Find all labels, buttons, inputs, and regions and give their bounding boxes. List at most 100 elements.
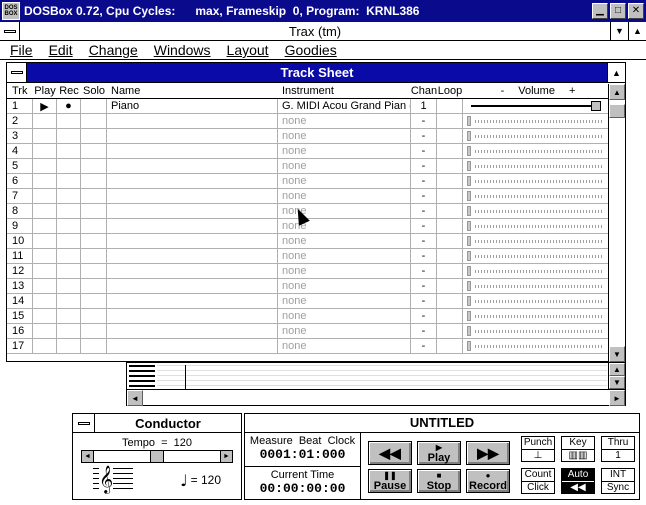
track-name[interactable] — [107, 144, 278, 158]
track-volume[interactable] — [463, 174, 609, 188]
track-channel[interactable]: - — [411, 114, 437, 128]
track-loop[interactable] — [437, 294, 463, 308]
track-instrument[interactable]: none — [278, 114, 411, 128]
track-sheet-maximize-button[interactable]: ▲ — [607, 63, 625, 82]
track-instrument[interactable]: none — [278, 189, 411, 203]
track-name[interactable] — [107, 129, 278, 143]
track-name[interactable] — [107, 114, 278, 128]
track-volume[interactable] — [463, 249, 609, 263]
track-loop[interactable] — [437, 324, 463, 338]
record-toggle[interactable]: ● — [57, 99, 81, 113]
menu-edit[interactable]: Edit — [41, 42, 81, 58]
track-channel[interactable]: - — [411, 189, 437, 203]
piano-roll-hscroll[interactable]: ◄ ► — [127, 389, 625, 406]
record-toggle[interactable] — [57, 279, 81, 293]
track-row[interactable]: 7 none - — [7, 189, 609, 204]
volume-handle[interactable] — [467, 266, 471, 276]
volume-slider[interactable] — [467, 101, 601, 111]
track-volume[interactable] — [463, 129, 609, 143]
menu-goodies[interactable]: Goodies — [277, 42, 345, 58]
volume-handle[interactable] — [467, 206, 471, 216]
track-row[interactable]: 4 none - — [7, 144, 609, 159]
play-toggle[interactable] — [33, 309, 57, 323]
volume-handle[interactable] — [467, 131, 471, 141]
solo-toggle[interactable] — [81, 159, 107, 173]
track-volume[interactable] — [463, 279, 609, 293]
play-toggle[interactable] — [33, 129, 57, 143]
play-toggle[interactable] — [33, 249, 57, 263]
solo-toggle[interactable] — [81, 324, 107, 338]
track-loop[interactable] — [437, 249, 463, 263]
record-toggle[interactable] — [57, 174, 81, 188]
play-toggle[interactable] — [33, 279, 57, 293]
track-instrument[interactable]: none — [278, 294, 411, 308]
track-name[interactable] — [107, 159, 278, 173]
track-volume[interactable] — [463, 234, 609, 248]
record-toggle[interactable] — [57, 309, 81, 323]
count-click-button[interactable]: Count Click — [521, 468, 555, 494]
menu-file[interactable]: File — [2, 42, 41, 58]
piano-roll-grid[interactable] — [157, 365, 607, 389]
play-toggle[interactable] — [33, 174, 57, 188]
roll-scroll-up-button[interactable]: ▲ — [609, 363, 625, 376]
volume-handle[interactable] — [467, 251, 471, 261]
play-toggle[interactable] — [33, 219, 57, 233]
solo-toggle[interactable] — [81, 174, 107, 188]
volume-handle[interactable] — [467, 221, 471, 231]
fast-forward-button[interactable]: ▶▶ — [466, 441, 510, 465]
record-toggle[interactable] — [57, 129, 81, 143]
time-signature-staff[interactable]: 𝄞 — [93, 465, 133, 493]
track-name[interactable] — [107, 219, 278, 233]
record-toggle[interactable] — [57, 159, 81, 173]
track-channel[interactable]: - — [411, 279, 437, 293]
track-volume[interactable] — [463, 309, 609, 323]
solo-toggle[interactable] — [81, 114, 107, 128]
solo-toggle[interactable] — [81, 339, 107, 353]
auto-rewind-button[interactable]: Auto ◀◀ — [561, 468, 595, 494]
solo-toggle[interactable] — [81, 129, 107, 143]
track-name[interactable] — [107, 279, 278, 293]
maximize-button[interactable]: □ — [610, 3, 626, 19]
solo-toggle[interactable] — [81, 249, 107, 263]
track-channel[interactable]: - — [411, 159, 437, 173]
track-volume[interactable] — [463, 339, 609, 353]
track-loop[interactable] — [437, 264, 463, 278]
tempo-slider-thumb[interactable] — [150, 451, 164, 462]
key-button[interactable]: Key ▥▥ — [561, 436, 595, 462]
scroll-thumb[interactable] — [609, 104, 625, 118]
track-name[interactable] — [107, 324, 278, 338]
track-channel[interactable]: - — [411, 204, 437, 218]
track-channel[interactable]: - — [411, 219, 437, 233]
tempo-decrease-button[interactable]: ◄ — [82, 451, 94, 462]
volume-handle[interactable] — [467, 116, 471, 126]
track-instrument[interactable]: none — [278, 264, 411, 278]
record-toggle[interactable] — [57, 264, 81, 278]
track-row[interactable]: 14 none - — [7, 294, 609, 309]
track-row[interactable]: 3 none - — [7, 129, 609, 144]
track-name[interactable] — [107, 294, 278, 308]
volume-handle[interactable] — [467, 146, 471, 156]
track-instrument[interactable]: none — [278, 309, 411, 323]
track-channel[interactable]: - — [411, 129, 437, 143]
track-name[interactable] — [107, 264, 278, 278]
track-name[interactable] — [107, 204, 278, 218]
play-toggle[interactable] — [33, 189, 57, 203]
solo-toggle[interactable] — [81, 264, 107, 278]
track-loop[interactable] — [437, 99, 463, 113]
punch-button[interactable]: Punch ⊥ — [521, 436, 555, 462]
menu-windows[interactable]: Windows — [146, 42, 219, 58]
track-name[interactable] — [107, 249, 278, 263]
track-loop[interactable] — [437, 339, 463, 353]
solo-toggle[interactable] — [81, 189, 107, 203]
menu-change[interactable]: Change — [81, 42, 146, 58]
track-channel[interactable]: - — [411, 324, 437, 338]
track-volume[interactable] — [463, 324, 609, 338]
track-instrument[interactable]: none — [278, 279, 411, 293]
track-name[interactable] — [107, 174, 278, 188]
int-sync-button[interactable]: INT Sync — [601, 468, 635, 494]
track-loop[interactable] — [437, 219, 463, 233]
track-instrument[interactable]: none — [278, 129, 411, 143]
volume-handle[interactable] — [467, 311, 471, 321]
track-instrument[interactable]: none — [278, 324, 411, 338]
track-row[interactable]: 2 none - — [7, 114, 609, 129]
